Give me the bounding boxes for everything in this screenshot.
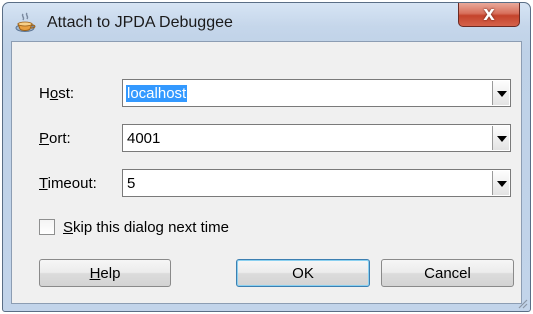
port-combobox[interactable]: 4001 — [122, 124, 511, 152]
host-value[interactable]: localhost — [126, 85, 188, 102]
port-label: Port: — [39, 130, 71, 147]
title-bar[interactable]: Attach to JPDA Debuggee X — [3, 3, 530, 43]
host-row: Host: localhost — [12, 79, 521, 109]
dialog-window: Attach to JPDA Debuggee X Host: localhos… — [2, 2, 531, 312]
close-button[interactable]: X — [458, 3, 520, 27]
help-button[interactable]: Help — [39, 259, 171, 287]
timeout-combobox[interactable]: 5 — [122, 169, 511, 197]
skip-dialog-label[interactable]: Skip this dialog next time — [63, 219, 229, 236]
chevron-down-icon[interactable] — [492, 171, 509, 195]
close-icon: X — [483, 5, 495, 24]
dialog-content: Host: localhost Port: 4001 Timeout: 5 Sk… — [11, 41, 522, 304]
cancel-button[interactable]: Cancel — [381, 259, 514, 287]
port-value[interactable]: 4001 — [126, 130, 161, 147]
timeout-row: Timeout: 5 — [12, 169, 521, 199]
resize-grip-icon[interactable] — [516, 297, 528, 309]
host-label: Host: — [39, 85, 75, 102]
ok-button[interactable]: OK — [236, 259, 370, 287]
chevron-down-icon[interactable] — [492, 126, 509, 150]
host-combobox[interactable]: localhost — [122, 79, 511, 107]
timeout-value[interactable]: 5 — [126, 175, 136, 192]
coffee-cup-icon — [15, 12, 36, 32]
port-row: Port: 4001 — [12, 124, 521, 154]
window-title: Attach to JPDA Debuggee — [47, 14, 233, 31]
skip-dialog-checkbox[interactable] — [39, 219, 55, 235]
timeout-label: Timeout: — [39, 175, 97, 192]
chevron-down-icon[interactable] — [492, 81, 509, 105]
